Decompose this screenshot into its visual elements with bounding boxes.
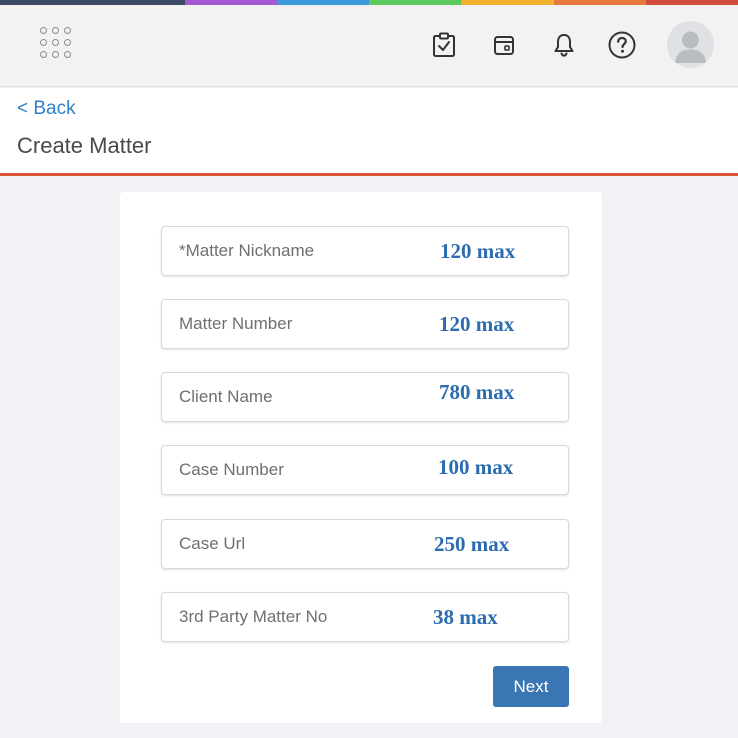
third-party-matter-no-field[interactable]: 3rd Party Matter No 38 max — [161, 592, 569, 642]
page-header: < Back Create Matter — [0, 88, 738, 176]
create-matter-form: *Matter Nickname 120 max Matter Number 1… — [120, 192, 602, 723]
field-placeholder: Client Name — [179, 387, 273, 406]
field-placeholder: Matter Number — [179, 314, 293, 333]
matter-nickname-field[interactable]: *Matter Nickname 120 max — [161, 226, 569, 276]
top-toolbar — [0, 5, 738, 87]
max-length-annotation: 100 max — [438, 455, 514, 479]
field-placeholder: 3rd Party Matter No — [179, 607, 328, 626]
next-button[interactable]: Next — [493, 666, 569, 707]
back-link[interactable]: < Back — [17, 98, 76, 120]
case-number-field[interactable]: Case Number 100 max — [161, 445, 569, 495]
case-url-field[interactable]: Case Url 250 max — [161, 519, 569, 569]
calendar-icon[interactable] — [489, 30, 519, 60]
max-length-annotation: 120 max — [440, 239, 516, 263]
tasks-checklist-icon[interactable] — [429, 30, 459, 60]
matter-number-field[interactable]: Matter Number 120 max — [161, 299, 569, 349]
help-icon[interactable] — [607, 30, 637, 60]
field-placeholder: Case Number — [179, 460, 284, 479]
field-placeholder: Case Url — [179, 534, 246, 553]
apps-grid-icon[interactable] — [40, 27, 74, 61]
notifications-bell-icon[interactable] — [549, 30, 579, 60]
max-length-annotation: 38 max — [433, 605, 498, 629]
max-length-annotation: 250 max — [434, 532, 510, 556]
page-title: Create Matter — [17, 133, 152, 158]
user-avatar[interactable] — [667, 21, 714, 68]
max-length-annotation: 780 max — [439, 380, 515, 404]
field-placeholder: *Matter Nickname — [179, 241, 315, 260]
max-length-annotation: 120 max — [439, 312, 515, 336]
client-name-field[interactable]: Client Name 780 max — [161, 372, 569, 422]
